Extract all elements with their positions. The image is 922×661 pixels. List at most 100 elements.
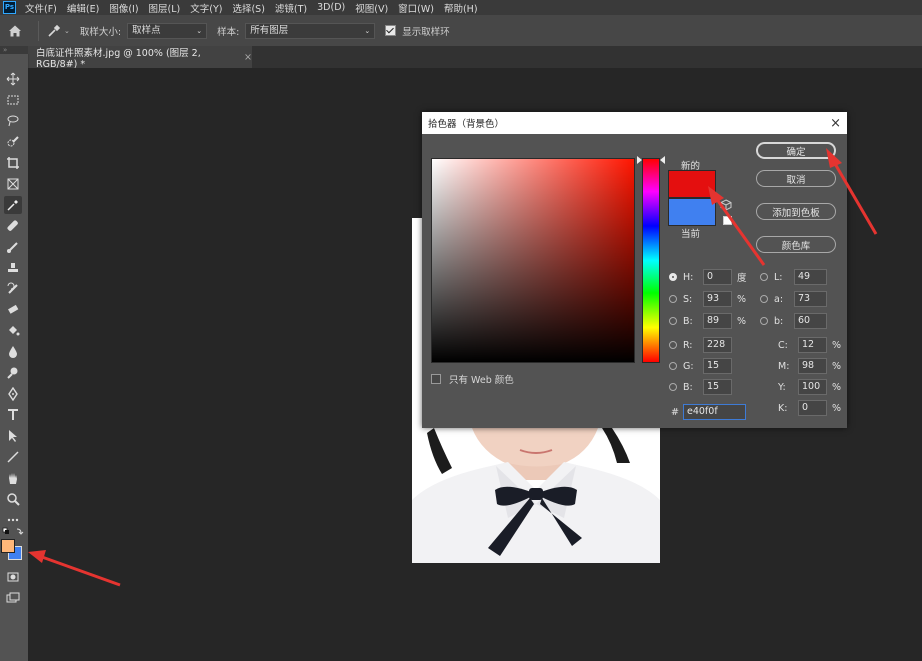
bandage-icon	[7, 220, 18, 231]
saturation-input[interactable]: 93	[703, 291, 732, 307]
black-unit: %	[832, 402, 842, 414]
lab-l-field-row: L: 49	[760, 269, 832, 285]
dodge-tool[interactable]	[4, 364, 22, 382]
document-tab[interactable]: 白底证件照素材.jpg @ 100% (图层 2, RGB/8#) * ×	[28, 46, 252, 70]
lab-b-input[interactable]: 60	[794, 313, 827, 329]
green-input[interactable]: 15	[703, 358, 732, 374]
hand-tool[interactable]	[4, 469, 22, 487]
brightness-label: B:	[683, 315, 693, 327]
close-icon[interactable]: ×	[830, 116, 841, 131]
photoshop-logo-icon: Ps	[3, 1, 16, 14]
blue-radio[interactable]	[669, 383, 677, 391]
eraser-tool[interactable]	[4, 301, 22, 319]
menu-edit[interactable]: 编辑(E)	[62, 1, 104, 15]
cancel-button[interactable]: 取消	[756, 170, 836, 187]
sample-select[interactable]: 所有图层 ⌄	[245, 22, 376, 39]
screen-mode-button[interactable]	[4, 589, 22, 607]
brightness-radio[interactable]	[669, 317, 677, 325]
yellow-input[interactable]: 100	[798, 379, 827, 395]
brush-tool[interactable]	[4, 238, 22, 256]
crop-icon	[7, 157, 19, 169]
menu-select[interactable]: 选择(S)	[227, 1, 269, 15]
blue-input[interactable]: 15	[703, 379, 732, 395]
pen-tool[interactable]	[4, 385, 22, 403]
move-tool[interactable]	[4, 70, 22, 88]
menu-help[interactable]: 帮助(H)	[439, 1, 483, 15]
magenta-field-row: M: 98 %	[778, 358, 842, 374]
lab-b-radio[interactable]	[760, 317, 768, 325]
marquee-tool[interactable]	[4, 91, 22, 109]
saturation-brightness-field[interactable]	[431, 158, 635, 363]
lab-l-radio[interactable]	[760, 273, 768, 281]
home-button[interactable]	[0, 15, 30, 46]
quick-select-tool[interactable]	[4, 133, 22, 151]
brightness-input[interactable]: 89	[703, 313, 732, 329]
web-only-checkbox[interactable]	[431, 374, 441, 384]
hue-slider-left-marker-icon[interactable]	[637, 156, 642, 164]
web-only-toggle[interactable]: 只有 Web 颜色	[431, 372, 514, 386]
web-safe-color-icon[interactable]	[723, 216, 732, 225]
menu-image[interactable]: 图像(I)	[104, 1, 143, 15]
path-selection-tool[interactable]	[4, 427, 22, 445]
new-color-swatch	[668, 170, 716, 198]
sample-label: 样本:	[217, 26, 240, 38]
line-icon	[7, 451, 19, 463]
hue-input[interactable]: 0	[703, 269, 732, 285]
hue-slider[interactable]	[637, 156, 665, 363]
default-colors-swap[interactable]	[2, 526, 24, 536]
menu-filter[interactable]: 滤镜(T)	[270, 1, 312, 15]
red-input[interactable]: 228	[703, 337, 732, 353]
magenta-label: M:	[778, 360, 790, 372]
add-to-swatches-button[interactable]: 添加到色板	[756, 203, 836, 220]
line-tool[interactable]	[4, 448, 22, 466]
dialog-title-bar: 拾色器（背景色） ×	[422, 112, 847, 134]
lab-a-input[interactable]: 73	[794, 291, 827, 307]
menu-type[interactable]: 文字(Y)	[185, 1, 227, 15]
eyedropper-preset-button[interactable]: ⌄	[47, 24, 70, 38]
cube-icon[interactable]	[720, 199, 732, 211]
hue-label: H:	[683, 271, 694, 283]
menu-view[interactable]: 视图(V)	[350, 1, 393, 15]
eyedropper-icon	[48, 24, 61, 37]
magenta-input[interactable]: 98	[798, 358, 827, 374]
crop-tool[interactable]	[4, 154, 22, 172]
hue-slider-right-marker-icon[interactable]	[660, 156, 665, 164]
zoom-tool[interactable]	[4, 490, 22, 508]
red-radio[interactable]	[669, 341, 677, 349]
healing-brush-tool[interactable]	[4, 217, 22, 235]
lab-l-input[interactable]: 49	[794, 269, 827, 285]
lasso-tool[interactable]	[4, 112, 22, 130]
blur-tool[interactable]	[4, 343, 22, 361]
brightness-field-row: B: 89 %	[669, 313, 747, 329]
menu-file[interactable]: 文件(F)	[20, 1, 62, 15]
green-radio[interactable]	[669, 362, 677, 370]
panel-collapse-toggle[interactable]: »	[0, 46, 28, 54]
eyedropper-tool[interactable]	[4, 196, 22, 214]
menu-layer[interactable]: 图层(L)	[144, 1, 186, 15]
current-color-swatch[interactable]	[668, 198, 716, 226]
color-libraries-button[interactable]: 颜色库	[756, 236, 836, 253]
quick-mask-button[interactable]	[4, 568, 22, 586]
close-icon[interactable]: ×	[244, 52, 252, 63]
ok-button[interactable]: 确定	[756, 142, 836, 159]
sample-size-select[interactable]: 取样点 ⌄	[127, 22, 208, 39]
hue-radio[interactable]	[669, 273, 677, 281]
cyan-label: C:	[778, 339, 788, 351]
menu-3d[interactable]: 3D(D)	[312, 2, 350, 13]
paint-bucket-tool[interactable]	[4, 322, 22, 340]
lab-a-field-row: a: 73	[760, 291, 832, 307]
hex-field-row: # e40f0f	[671, 404, 746, 420]
history-brush-tool[interactable]	[4, 280, 22, 298]
lab-a-radio[interactable]	[760, 295, 768, 303]
menu-window[interactable]: 窗口(W)	[393, 1, 439, 15]
show-ring-checkbox[interactable]	[385, 25, 397, 36]
foreground-color-swatch[interactable]	[1, 539, 15, 553]
black-input[interactable]: 0	[798, 400, 827, 416]
frame-tool[interactable]	[4, 175, 22, 193]
type-tool[interactable]	[4, 406, 22, 424]
hand-icon	[9, 473, 17, 484]
saturation-radio[interactable]	[669, 295, 677, 303]
cyan-input[interactable]: 12	[798, 337, 827, 353]
hex-input[interactable]: e40f0f	[683, 404, 746, 420]
clone-stamp-tool[interactable]	[4, 259, 22, 277]
